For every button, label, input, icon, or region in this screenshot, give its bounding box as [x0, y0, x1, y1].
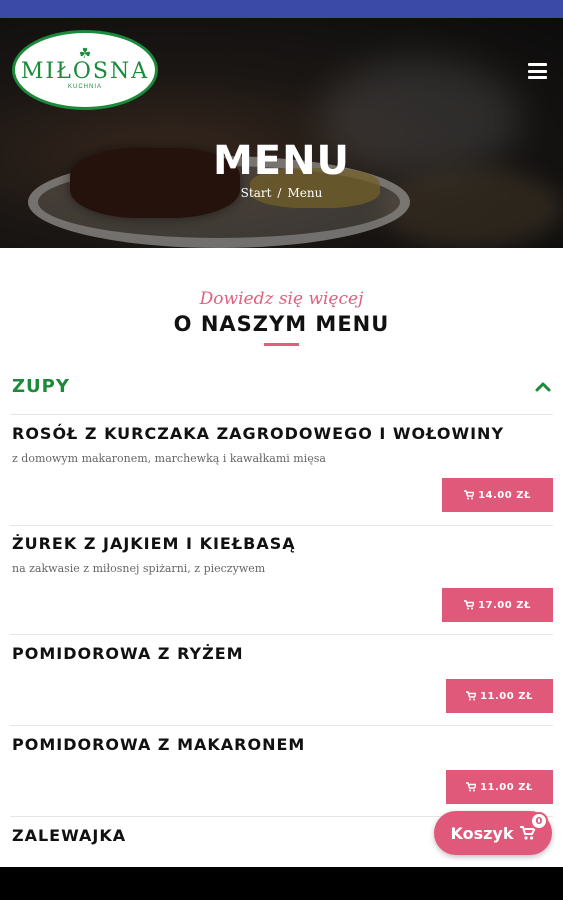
item-divider — [10, 725, 553, 726]
price-label: 11.00 ZŁ — [480, 690, 533, 702]
menu-item-name: POMIDOROWA Z RYŻEM — [12, 644, 244, 663]
price-label: 11.00 ZŁ — [480, 781, 533, 793]
cart-icon — [466, 691, 477, 701]
add-to-cart-button[interactable]: 11.00 ZŁ — [446, 770, 553, 804]
status-bar — [0, 0, 563, 18]
breadcrumb-separator: / — [277, 186, 282, 200]
menu-item: ŻUREK Z JAJKIEM I KIEŁBASĄ na zakwasie z… — [10, 534, 553, 635]
item-divider — [10, 634, 553, 635]
breadcrumb: Start / Menu — [0, 186, 563, 200]
cart-icon — [464, 490, 475, 500]
item-divider — [10, 525, 553, 526]
price-label: 14.00 ZŁ — [478, 489, 531, 501]
section-divider — [264, 343, 299, 346]
menu-item-name: ŻUREK Z JAJKIEM I KIEŁBASĄ — [12, 534, 296, 553]
menu-item: POMIDOROWA Z MAKARONEM 11.00 ZŁ — [10, 735, 553, 817]
menu-item-description: z domowym makaronem, marchewką i kawałka… — [12, 452, 326, 465]
logo-text: MIŁOSNA — [20, 59, 150, 84]
add-to-cart-button[interactable]: 17.00 ZŁ — [442, 588, 553, 622]
page-title: MENU — [212, 138, 351, 184]
menu-item-name: POMIDOROWA Z MAKARONEM — [12, 735, 306, 754]
breadcrumb-home[interactable]: Start — [241, 186, 272, 200]
menu-item-name: ROSÓŁ Z KURCZAKA ZAGRODOWEGO I WOŁOWINY — [12, 424, 505, 443]
cart-count-badge: 0 — [530, 812, 548, 830]
cart-icon — [466, 782, 477, 792]
cart-icon — [464, 600, 475, 610]
navigation-bar — [0, 867, 563, 900]
cart-label: Koszyk — [450, 823, 514, 843]
add-to-cart-button[interactable]: 11.00 ZŁ — [446, 679, 553, 713]
menu-item: ROSÓŁ Z KURCZAKA ZAGRODOWEGO I WOŁOWINY … — [10, 424, 553, 526]
logo-subtext: KUCHNIA — [67, 84, 102, 90]
menu-item: POMIDOROWA Z RYŻEM 11.00 ZŁ — [10, 644, 553, 726]
breadcrumb-current: Menu — [287, 186, 323, 200]
section-subtitle: Dowiedz się więcej — [199, 289, 364, 309]
logo[interactable]: ☘ MIŁOSNA KUCHNIA — [12, 30, 158, 110]
hamburger-icon[interactable] — [528, 63, 547, 79]
section-title: O NASZYM MENU — [173, 312, 390, 336]
category-divider — [10, 414, 553, 415]
clover-icon: ☘ — [78, 45, 92, 61]
category-title: ZUPY — [12, 376, 70, 397]
chevron-up-icon[interactable] — [534, 378, 552, 396]
add-to-cart-button[interactable]: 14.00 ZŁ — [442, 478, 553, 512]
menu-item-description: na zakwasie z miłosnej spiżarni, z piecz… — [12, 562, 266, 575]
category-header[interactable]: ZUPY — [12, 376, 552, 402]
price-label: 17.00 ZŁ — [478, 599, 531, 611]
